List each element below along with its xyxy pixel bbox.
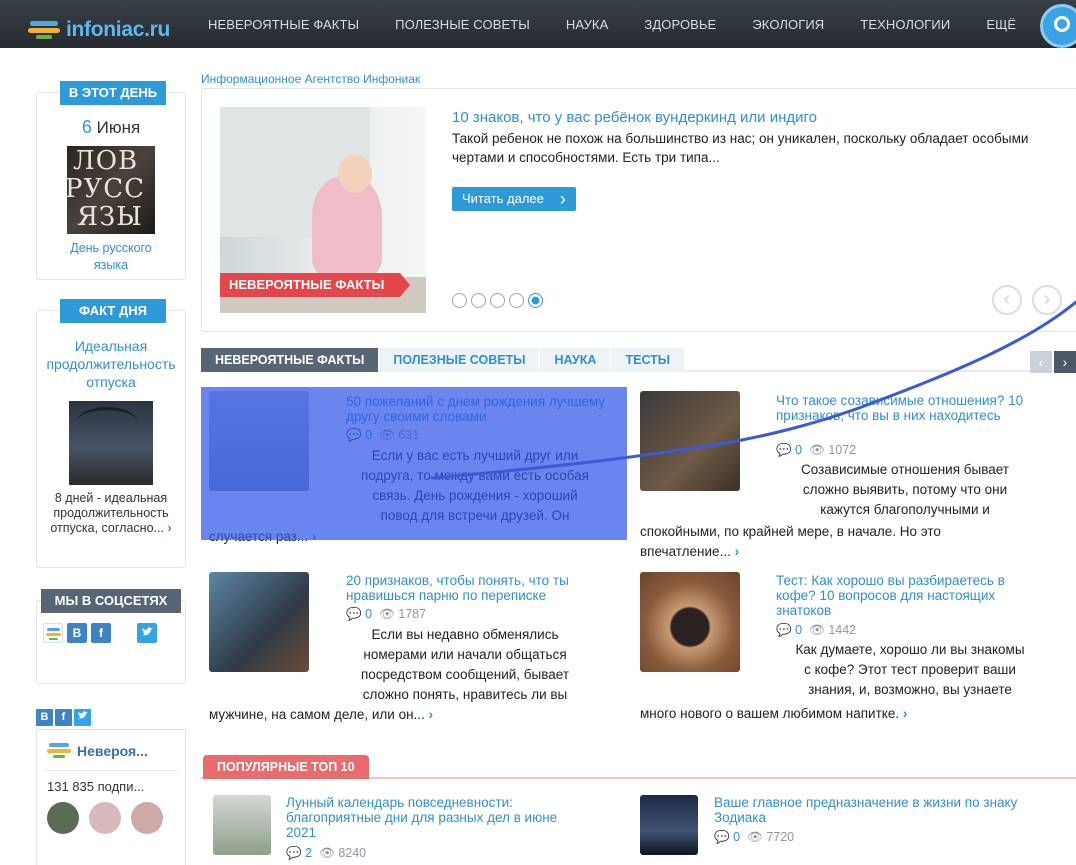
- views-icon: 👁: [318, 846, 335, 860]
- popular-meta: 💬 2 👁 8240: [286, 846, 367, 860]
- comment-icon: 💬: [286, 846, 302, 860]
- annotation-stroke: [430, 300, 1076, 480]
- popular-meta: 💬 0 👁 7720: [714, 830, 795, 844]
- freehand-line: [430, 300, 1076, 480]
- views-icon: 👁: [746, 830, 763, 844]
- popular-title[interactable]: Лунный календарь повседневности: благопр…: [286, 795, 586, 840]
- popular-thumbnail[interactable]: [213, 795, 271, 855]
- popular-heading: ПОПУЛЯРНЫЕ ТОП 10: [203, 755, 369, 779]
- popular-title[interactable]: Ваше главное предназначение в жизни по з…: [714, 795, 1034, 825]
- comment-icon: 💬: [714, 830, 730, 844]
- popular-thumbnail[interactable]: [640, 795, 698, 855]
